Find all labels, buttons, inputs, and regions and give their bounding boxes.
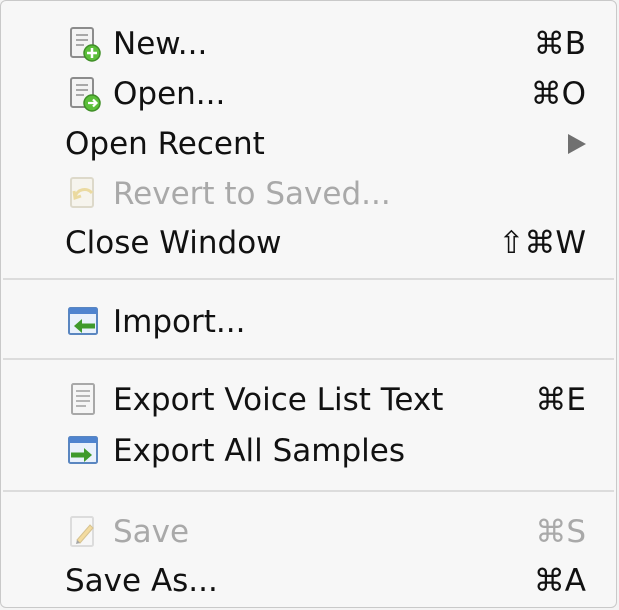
new-document-icon [65,25,103,63]
menu-item-shortcut: ⇧⌘W [498,225,586,261]
menu-item-close-window[interactable]: Close Window ⇧⌘W [1,218,616,268]
menu-item-label: New... [113,26,208,62]
menu-separator [3,490,614,492]
menu-item-new[interactable]: New... ⌘B [1,19,616,69]
menu-item-save-as[interactable]: Save As... ⌘A [1,556,616,606]
menu-item-open-recent[interactable]: Open Recent [1,119,616,169]
menu-item-shortcut: ⌘S [535,514,586,550]
menu-item-import[interactable]: Import... [1,297,616,347]
menu-item-label: Revert to Saved... [113,176,391,212]
submenu-arrow-icon [568,134,586,154]
menu-item-label: Save [113,514,190,550]
open-document-icon [65,75,103,113]
menu-item-label: Open Recent [65,126,265,162]
menu-item-label: Import... [113,304,246,340]
menu-item-label: Save As... [65,563,218,599]
export-icon [65,432,103,470]
menu-separator [3,358,614,360]
import-icon [65,303,103,341]
menu-item-label: Export All Samples [113,433,406,469]
menu-item-shortcut: ⌘O [530,76,586,112]
menu-item-label: Open... [113,76,226,112]
save-pencil-icon [65,513,103,551]
menu-separator [3,278,614,280]
menu-item-open[interactable]: Open... ⌘O [1,69,616,119]
menu-item-label: Export Voice List Text [113,382,444,418]
menu-item-export-all-samples[interactable]: Export All Samples [1,426,616,476]
menu-item-label: Close Window [65,225,282,261]
text-document-icon [65,381,103,419]
menu-item-shortcut: ⌘E [535,382,586,418]
menu-item-export-voice-list-text[interactable]: Export Voice List Text ⌘E [1,375,616,425]
menu-item-save[interactable]: Save ⌘S [1,507,616,557]
menu-item-shortcut: ⌘A [533,563,586,599]
revert-icon [65,175,103,213]
menu-item-revert-to-saved[interactable]: Revert to Saved... [1,169,616,219]
file-menu: New... ⌘B Open... ⌘O Open Recent Revert … [0,0,617,608]
menu-item-shortcut: ⌘B [533,26,586,62]
